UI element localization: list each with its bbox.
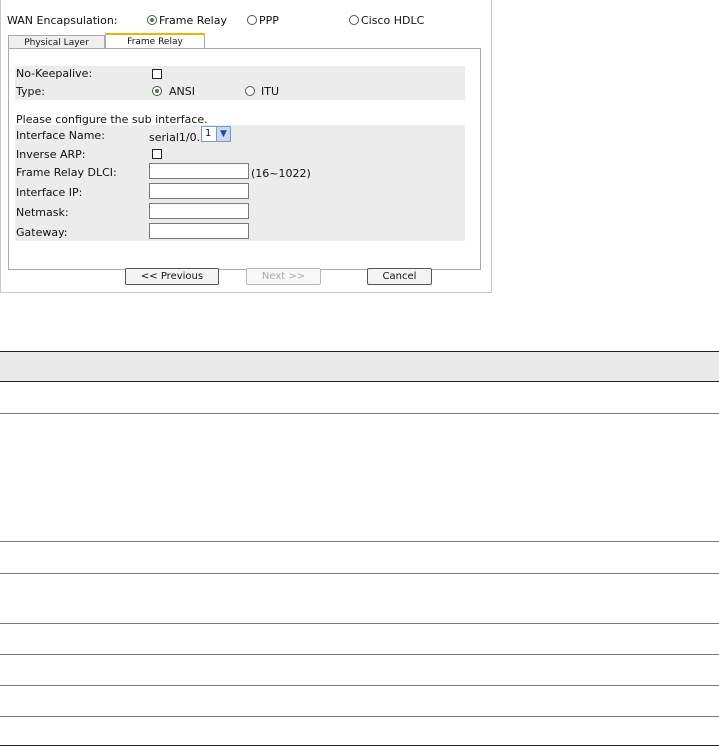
- gateway-label: Gateway:: [16, 226, 68, 239]
- inverse-arp-checkbox[interactable]: [152, 149, 162, 159]
- interface-name-label: Interface Name:: [16, 129, 105, 142]
- dlci-label: Frame Relay DLCI:: [16, 166, 117, 179]
- cisco-hdlc-option-label[interactable]: Cisco HDLC: [361, 14, 424, 27]
- table-header: [0, 351, 719, 382]
- table-row-divider: [0, 654, 719, 655]
- frame-relay-radio[interactable]: [147, 15, 157, 25]
- netmask-label: Netmask:: [16, 206, 69, 219]
- ansi-option-label[interactable]: ANSI: [169, 85, 195, 98]
- cancel-button[interactable]: Cancel: [367, 268, 432, 285]
- dlci-input[interactable]: [149, 163, 249, 179]
- interface-prefix: serial1/0.: [149, 131, 201, 144]
- frame-relay-option-label[interactable]: Frame Relay: [159, 14, 227, 27]
- next-button[interactable]: Next >>: [246, 268, 321, 285]
- chevron-down-icon[interactable]: ▼: [216, 127, 230, 141]
- cisco-hdlc-radio[interactable]: [349, 15, 359, 25]
- no-keepalive-checkbox[interactable]: [152, 69, 162, 79]
- table-row-divider: [0, 541, 719, 542]
- sub-interface-heading: Please configure the sub interface.: [16, 113, 208, 126]
- tab-frame-relay[interactable]: Frame Relay: [105, 33, 205, 49]
- ppp-option-label[interactable]: PPP: [259, 14, 279, 27]
- wan-setup-panel: WAN Encapsulation: Frame Relay PPP Cisco…: [0, 0, 492, 293]
- wan-encapsulation-label: WAN Encapsulation:: [7, 14, 118, 27]
- interface-ip-input[interactable]: [149, 183, 249, 199]
- tab-physical-layer[interactable]: Physical Layer: [8, 35, 105, 49]
- ansi-radio[interactable]: [152, 86, 162, 96]
- type-label: Type:: [16, 85, 45, 98]
- table-row-divider: [0, 716, 719, 717]
- interface-number-value: 1: [205, 128, 212, 139]
- previous-button[interactable]: << Previous: [125, 268, 219, 285]
- table-row-divider: [0, 413, 719, 414]
- ppp-radio[interactable]: [247, 15, 257, 25]
- interface-ip-label: Interface IP:: [16, 186, 83, 199]
- itu-radio[interactable]: [245, 86, 255, 96]
- no-keepalive-label: No-Keepalive:: [16, 67, 93, 80]
- interface-number-select[interactable]: 1 ▼: [201, 126, 231, 142]
- table-row-divider: [0, 573, 719, 574]
- frame-relay-tab-content: No-Keepalive: Type: ANSI ITU Please conf…: [8, 48, 481, 270]
- itu-option-label[interactable]: ITU: [261, 85, 279, 98]
- netmask-input[interactable]: [149, 203, 249, 219]
- dlci-range-hint: (16~1022): [251, 167, 311, 180]
- inverse-arp-label: Inverse ARP:: [16, 148, 86, 161]
- table-bottom-border: [0, 745, 719, 746]
- gateway-input[interactable]: [149, 223, 249, 239]
- table-row-divider: [0, 623, 719, 624]
- table-row-divider: [0, 685, 719, 686]
